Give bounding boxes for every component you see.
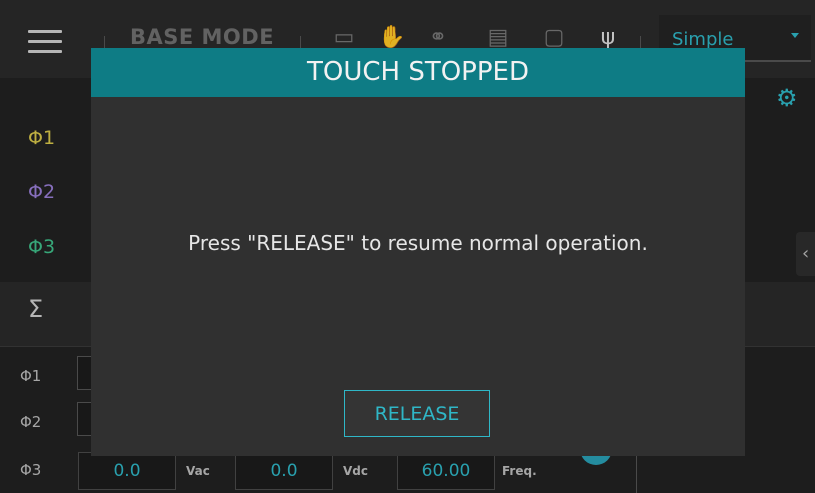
release-button[interactable]: RELEASE: [344, 390, 490, 437]
touch-stopped-dialog: TOUCH STOPPED Press "RELEASE" to resume …: [91, 48, 745, 456]
dialog-title: TOUCH STOPPED: [306, 57, 529, 87]
dialog-header: TOUCH STOPPED: [91, 48, 745, 97]
dialog-message: Press "RELEASE" to resume normal operati…: [188, 231, 648, 255]
